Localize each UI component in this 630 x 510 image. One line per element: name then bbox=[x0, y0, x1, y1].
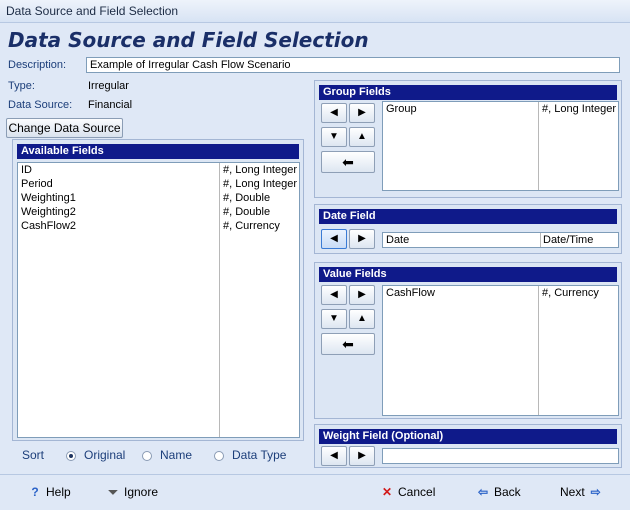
field-name: ID bbox=[21, 164, 32, 176]
type-value: Irregular bbox=[88, 80, 129, 92]
arrow-right-icon: ▶ bbox=[358, 107, 366, 118]
group-fields-title: Group Fields bbox=[319, 85, 617, 100]
description-input[interactable] bbox=[86, 57, 620, 73]
group-remove-all-button[interactable]: ⬅ bbox=[321, 151, 375, 173]
date-field-panel: Date Field ◀ ▶ Date Date/Time bbox=[314, 204, 622, 254]
date-field-title: Date Field bbox=[319, 209, 617, 224]
value-move-down-button[interactable]: ▼ bbox=[321, 309, 347, 329]
available-fields-panel: Available Fields ID #, Long Integer Period… bbox=[12, 139, 304, 441]
value-fields-panel: Value Fields ◀ ▶ ▼ ▲ ⬅ CashFlow #, Curren… bbox=[314, 262, 622, 419]
remove-all-arrow-icon: ⬅ bbox=[342, 154, 354, 170]
value-remove-all-button[interactable]: ⬅ bbox=[321, 333, 375, 355]
field-name: Period bbox=[21, 178, 53, 190]
weight-field-box[interactable] bbox=[382, 448, 619, 464]
date-field-name: Date bbox=[386, 234, 410, 246]
field-type: #, Long Integer bbox=[223, 178, 298, 190]
cancel-label: Cancel bbox=[398, 485, 436, 499]
type-label: Type: bbox=[8, 80, 35, 92]
available-field-row[interactable]: Weighting2 #, Double bbox=[18, 205, 299, 219]
available-fields-list[interactable]: ID #, Long Integer Period #, Long Integer We… bbox=[17, 162, 300, 438]
sort-label: Sort bbox=[22, 448, 45, 462]
sort-original-label[interactable]: Original bbox=[84, 448, 125, 462]
group-add-right-button[interactable]: ▶ bbox=[349, 103, 375, 123]
arrow-up-icon: ▲ bbox=[357, 313, 367, 324]
available-field-row[interactable]: ID #, Long Integer bbox=[18, 163, 299, 177]
arrow-left-icon: ◀ bbox=[330, 107, 338, 118]
sort-data-type-radio[interactable] bbox=[214, 451, 224, 461]
arrow-right-icon: ▶ bbox=[358, 233, 366, 244]
field-type: #, Double bbox=[223, 206, 271, 218]
value-field-row[interactable]: CashFlow #, Currency bbox=[383, 286, 618, 300]
sort-name-label[interactable]: Name bbox=[160, 448, 192, 462]
close-icon: ✕ bbox=[381, 485, 393, 499]
funnel-icon: ⏷ bbox=[108, 485, 118, 499]
weight-field-title: Weight Field (Optional) bbox=[319, 429, 617, 444]
field-type: #, Currency bbox=[542, 287, 599, 299]
group-fields-list[interactable]: Group #, Long Integer bbox=[382, 101, 619, 191]
window-title: Data Source and Field Selection bbox=[6, 4, 179, 18]
weight-remove-left-button[interactable]: ◀ bbox=[321, 446, 347, 466]
sort-original-radio[interactable] bbox=[66, 451, 76, 461]
field-type: #, Long Integer bbox=[223, 164, 298, 176]
date-add-right-button[interactable]: ▶ bbox=[349, 229, 375, 249]
available-field-row[interactable]: Weighting1 #, Double bbox=[18, 191, 299, 205]
group-remove-left-button[interactable]: ◀ bbox=[321, 103, 347, 123]
field-name: Weighting1 bbox=[21, 192, 76, 204]
arrow-right-icon: ▶ bbox=[358, 450, 366, 461]
arrow-left-icon: ⇦ bbox=[477, 485, 489, 499]
arrow-down-icon: ▼ bbox=[329, 131, 339, 142]
date-field-box[interactable]: Date Date/Time bbox=[382, 232, 619, 248]
next-label: Next bbox=[560, 485, 585, 499]
back-label: Back bbox=[494, 485, 521, 499]
available-field-row[interactable]: CashFlow2 #, Currency bbox=[18, 219, 299, 233]
remove-all-arrow-icon: ⬅ bbox=[342, 336, 354, 352]
value-remove-left-button[interactable]: ◀ bbox=[321, 285, 347, 305]
field-name: CashFlow bbox=[386, 287, 435, 299]
group-move-down-button[interactable]: ▼ bbox=[321, 127, 347, 147]
arrow-left-icon: ◀ bbox=[330, 289, 338, 300]
page-heading: Data Source and Field Selection bbox=[8, 28, 369, 52]
window-title-bar: Data Source and Field Selection bbox=[0, 0, 630, 23]
arrow-right-icon: ▶ bbox=[358, 289, 366, 300]
field-name: CashFlow2 bbox=[21, 220, 77, 232]
cancel-button[interactable]: ✕ Cancel bbox=[380, 485, 435, 499]
arrow-left-icon: ◀ bbox=[330, 233, 338, 244]
value-move-up-button[interactable]: ▲ bbox=[349, 309, 375, 329]
group-field-row[interactable]: Group #, Long Integer bbox=[383, 102, 618, 116]
value-fields-list[interactable]: CashFlow #, Currency bbox=[382, 285, 619, 416]
available-fields-title: Available Fields bbox=[17, 144, 299, 159]
arrow-right-icon: ⇨ bbox=[590, 485, 601, 499]
next-button[interactable]: Next ⇨ bbox=[560, 485, 603, 499]
weight-field-panel: Weight Field (Optional) ◀ ▶ bbox=[314, 424, 622, 468]
date-field-type: Date/Time bbox=[543, 234, 594, 246]
arrow-down-icon: ▼ bbox=[329, 313, 339, 324]
sort-data-type-label[interactable]: Data Type bbox=[232, 448, 286, 462]
description-label: Description: bbox=[8, 59, 67, 71]
value-fields-title: Value Fields bbox=[319, 267, 617, 282]
field-type: #, Currency bbox=[223, 220, 280, 232]
available-field-row[interactable]: Period #, Long Integer bbox=[18, 177, 299, 191]
footer-bar: ? Help ⏷ Ignore ✕ Cancel ⇦ Back Next ⇨ bbox=[0, 474, 630, 510]
ignore-label: Ignore bbox=[124, 485, 159, 499]
group-fields-panel: Group Fields ◀ ▶ ▼ ▲ ⬅ Group #, Long Inte… bbox=[314, 80, 622, 198]
date-remove-left-button[interactable]: ◀ bbox=[321, 229, 347, 249]
weight-add-right-button[interactable]: ▶ bbox=[349, 446, 375, 466]
data-source-value: Financial bbox=[88, 99, 133, 111]
field-type: #, Long Integer bbox=[542, 103, 617, 115]
group-move-up-button[interactable]: ▲ bbox=[349, 127, 375, 147]
change-data-source-button[interactable]: Change Data Source bbox=[6, 118, 123, 138]
data-source-label: Data Source: bbox=[8, 99, 73, 111]
help-label: Help bbox=[46, 485, 71, 499]
help-icon: ? bbox=[31, 485, 39, 499]
ignore-button[interactable]: ⏷ Ignore bbox=[106, 485, 158, 500]
back-button[interactable]: ⇦ Back bbox=[476, 485, 521, 499]
arrow-up-icon: ▲ bbox=[357, 131, 367, 142]
field-type: #, Double bbox=[223, 192, 271, 204]
field-name: Weighting2 bbox=[21, 206, 76, 218]
help-button[interactable]: ? Help bbox=[28, 485, 71, 499]
arrow-left-icon: ◀ bbox=[330, 450, 338, 461]
field-name: Group bbox=[386, 103, 417, 115]
sort-name-radio[interactable] bbox=[142, 451, 152, 461]
value-add-right-button[interactable]: ▶ bbox=[349, 285, 375, 305]
